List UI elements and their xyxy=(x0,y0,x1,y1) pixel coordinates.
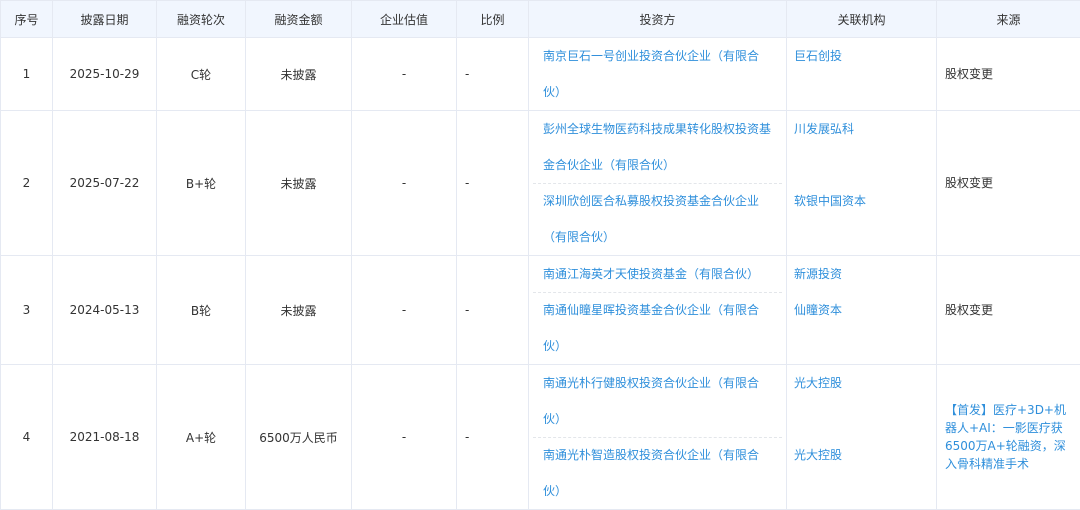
cell-valuation: - xyxy=(352,111,457,256)
header-row: 序号 披露日期 融资轮次 融资金额 企业估值 比例 投资方 关联机构 来源 xyxy=(1,1,1080,38)
cell-amount: 6500万人民币 xyxy=(246,365,352,510)
table-row: 1 2025-10-29 C轮 未披露 - - 南京巨石一号创业投资合伙企业（有… xyxy=(1,38,1080,111)
col-header-date: 披露日期 xyxy=(53,1,157,38)
cell-round: C轮 xyxy=(157,38,246,111)
cell-org: 新源投资 仙瞳资本 xyxy=(787,256,937,365)
cell-no: 2 xyxy=(1,111,53,256)
investor-entry: 彭州全球生物医药科技成果转化股权投资基金合伙企业（有限合伙） xyxy=(529,111,786,183)
org-link[interactable]: 川发展弘科 xyxy=(794,111,854,147)
cell-ratio: - xyxy=(457,365,529,510)
source-text: 股权变更 xyxy=(937,174,1080,192)
org-link[interactable]: 光大控股 xyxy=(794,365,842,401)
cell-valuation: - xyxy=(352,256,457,365)
investor-entry: 南通仙瞳星晖投资基金合伙企业（有限合伙） xyxy=(529,292,786,364)
col-header-investors: 投资方 xyxy=(529,1,787,38)
investor-entry: 南京巨石一号创业投资合伙企业（有限合伙） xyxy=(529,38,786,110)
source-text: 股权变更 xyxy=(937,301,1080,319)
cell-valuation: - xyxy=(352,365,457,510)
news-link[interactable]: 【首发】医疗+3D+机器人+AI：一影医疗获6500万A+轮融资，深入骨科精准手… xyxy=(937,401,1080,473)
cell-source: 股权变更 xyxy=(937,38,1080,111)
col-header-ratio: 比例 xyxy=(457,1,529,38)
cell-ratio: - xyxy=(457,256,529,365)
col-header-source: 来源 xyxy=(937,1,1080,38)
cell-date: 2025-07-22 xyxy=(53,111,157,256)
table-row: 3 2024-05-13 B轮 未披露 - - 南通江海英才天使投资基金（有限合… xyxy=(1,256,1080,365)
cell-org: 川发展弘科 软银中国资本 xyxy=(787,111,937,256)
col-header-valuation: 企业估值 xyxy=(352,1,457,38)
source-text: 股权变更 xyxy=(937,65,1080,83)
cell-investors: 南通江海英才天使投资基金（有限合伙） 南通仙瞳星晖投资基金合伙企业（有限合伙） xyxy=(529,256,787,365)
org-link[interactable]: 新源投资 xyxy=(794,256,842,292)
cell-ratio: - xyxy=(457,111,529,256)
org-link[interactable]: 仙瞳资本 xyxy=(794,292,842,328)
col-header-org: 关联机构 xyxy=(787,1,937,38)
cell-amount: 未披露 xyxy=(246,111,352,256)
table-row: 4 2021-08-18 A+轮 6500万人民币 - - 南通光朴行健股权投资… xyxy=(1,365,1080,510)
investor-link[interactable]: 南通光朴行健股权投资合伙企业（有限合伙） xyxy=(529,365,778,437)
cell-no: 1 xyxy=(1,38,53,111)
investor-link[interactable]: 南京巨石一号创业投资合伙企业（有限合伙） xyxy=(529,38,778,110)
investor-link[interactable]: 深圳欣创医合私募股权投资基金合伙企业（有限合伙） xyxy=(529,183,778,255)
financing-table: 序号 披露日期 融资轮次 融资金额 企业估值 比例 投资方 关联机构 来源 1 … xyxy=(0,0,1080,510)
investor-link[interactable]: 南通江海英才天使投资基金（有限合伙） xyxy=(529,256,778,292)
cell-amount: 未披露 xyxy=(246,38,352,111)
table-row: 2 2025-07-22 B+轮 未披露 - - 彭州全球生物医药科技成果转化股… xyxy=(1,111,1080,256)
cell-source: 【首发】医疗+3D+机器人+AI：一影医疗获6500万A+轮融资，深入骨科精准手… xyxy=(937,365,1080,510)
cell-investors: 南通光朴行健股权投资合伙企业（有限合伙） 南通光朴智造股权投资合伙企业（有限合伙… xyxy=(529,365,787,510)
col-header-amount: 融资金额 xyxy=(246,1,352,38)
investor-entry: 南通光朴行健股权投资合伙企业（有限合伙） xyxy=(529,365,786,437)
org-link[interactable]: 光大控股 xyxy=(794,437,842,473)
cell-org: 巨石创投 xyxy=(787,38,937,111)
investor-entry: 深圳欣创医合私募股权投资基金合伙企业（有限合伙） xyxy=(529,183,786,255)
cell-round: B+轮 xyxy=(157,111,246,256)
cell-no: 3 xyxy=(1,256,53,365)
col-header-no: 序号 xyxy=(1,1,53,38)
cell-source: 股权变更 xyxy=(937,111,1080,256)
investor-link[interactable]: 彭州全球生物医药科技成果转化股权投资基金合伙企业（有限合伙） xyxy=(529,111,778,183)
org-link[interactable]: 软银中国资本 xyxy=(794,183,866,219)
investor-entry: 南通江海英才天使投资基金（有限合伙） xyxy=(529,256,786,292)
cell-ratio: - xyxy=(457,38,529,111)
cell-investors: 彭州全球生物医药科技成果转化股权投资基金合伙企业（有限合伙） 深圳欣创医合私募股… xyxy=(529,111,787,256)
cell-date: 2024-05-13 xyxy=(53,256,157,365)
cell-round: A+轮 xyxy=(157,365,246,510)
cell-investors: 南京巨石一号创业投资合伙企业（有限合伙） xyxy=(529,38,787,111)
investor-link[interactable]: 南通仙瞳星晖投资基金合伙企业（有限合伙） xyxy=(529,292,778,364)
investor-entry: 南通光朴智造股权投资合伙企业（有限合伙） xyxy=(529,437,786,509)
cell-no: 4 xyxy=(1,365,53,510)
cell-date: 2021-08-18 xyxy=(53,365,157,510)
cell-valuation: - xyxy=(352,38,457,111)
investor-link[interactable]: 南通光朴智造股权投资合伙企业（有限合伙） xyxy=(529,437,778,509)
cell-round: B轮 xyxy=(157,256,246,365)
cell-amount: 未披露 xyxy=(246,256,352,365)
org-link[interactable]: 巨石创投 xyxy=(794,38,842,74)
cell-source: 股权变更 xyxy=(937,256,1080,365)
col-header-round: 融资轮次 xyxy=(157,1,246,38)
cell-org: 光大控股 光大控股 xyxy=(787,365,937,510)
cell-date: 2025-10-29 xyxy=(53,38,157,111)
